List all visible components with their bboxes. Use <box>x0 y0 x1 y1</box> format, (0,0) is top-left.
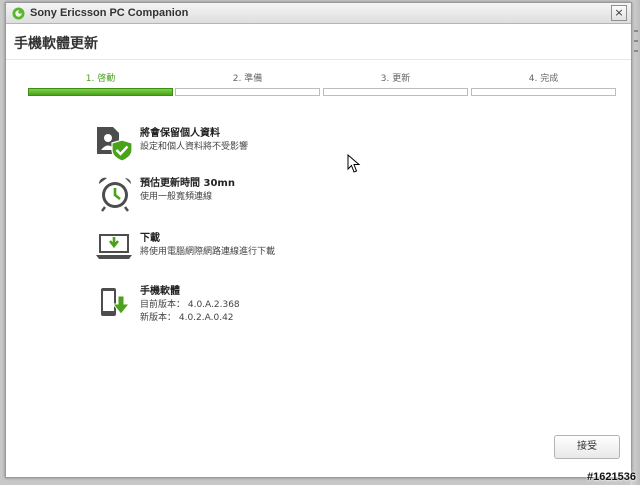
step-label: 2. 準備 <box>232 74 263 84</box>
step-2: 2. 準備 <box>175 71 320 97</box>
step-bar <box>175 88 320 96</box>
item-title: 預估更新時間 30mn <box>140 178 235 189</box>
item-title: 下載 <box>140 233 160 244</box>
edge-mark <box>634 50 638 52</box>
app-window: Sony Ericsson PC Companion × 手機軟體更新 1. 啓… <box>5 2 632 478</box>
step-bar <box>323 88 468 96</box>
item-description: 設定和個人資料將不受影響 <box>140 142 249 152</box>
step-label: 1. 啓動 <box>85 74 116 84</box>
step-label: 4. 完成 <box>528 74 559 84</box>
item-description: 將使用電腦網際網路連線進行下載 <box>140 247 276 257</box>
item-title: 將會保留個人資料 <box>140 128 220 139</box>
close-button[interactable]: × <box>611 5 627 21</box>
item-title: 手機軟體 <box>140 286 180 297</box>
item-description: 使用一般寬頻連線 <box>140 192 213 202</box>
current-version: 目前版本： 4.0.A.2.368 <box>140 300 240 310</box>
new-version: 新版本： 4.0.2.A.0.42 <box>140 313 234 323</box>
step-bar <box>471 88 616 96</box>
step-bar <box>28 88 173 96</box>
close-icon: × <box>614 6 624 19</box>
personal-data-shield-icon <box>97 127 133 162</box>
step-3: 3. 更新 <box>323 71 468 97</box>
header-divider <box>6 59 631 60</box>
info-item-personal-data: 將會保留個人資料 設定和個人資料將不受影響 <box>94 124 514 170</box>
step-progress: 1. 啓動 2. 準備 3. 更新 4. 完成 <box>28 71 616 97</box>
phone-download-icon <box>101 288 131 316</box>
info-item-phone-software: 手機軟體 目前版本： 4.0.A.2.368 新版本： 4.0.2.A.0.42 <box>94 282 514 328</box>
info-item-update-time: 預估更新時間 30mn 使用一般寬頻連線 <box>94 174 514 220</box>
mouse-cursor-icon <box>347 154 361 173</box>
accept-button[interactable]: 接受 <box>554 435 620 459</box>
app-logo-icon <box>12 7 25 20</box>
title-bar[interactable]: Sony Ericsson PC Companion × <box>6 3 631 24</box>
watermark-text: #1621536 <box>587 471 636 483</box>
alarm-clock-icon <box>98 177 131 212</box>
step-1: 1. 啓動 <box>28 71 173 97</box>
window-title: Sony Ericsson PC Companion <box>30 7 189 19</box>
step-label: 3. 更新 <box>380 74 411 84</box>
edge-mark <box>634 30 638 32</box>
laptop-download-icon <box>96 234 132 259</box>
info-item-download: 下載 將使用電腦網際網路連線進行下載 <box>94 229 514 275</box>
page-title: 手機軟體更新 <box>14 36 98 52</box>
edge-mark <box>634 40 638 42</box>
step-4: 4. 完成 <box>471 71 616 97</box>
